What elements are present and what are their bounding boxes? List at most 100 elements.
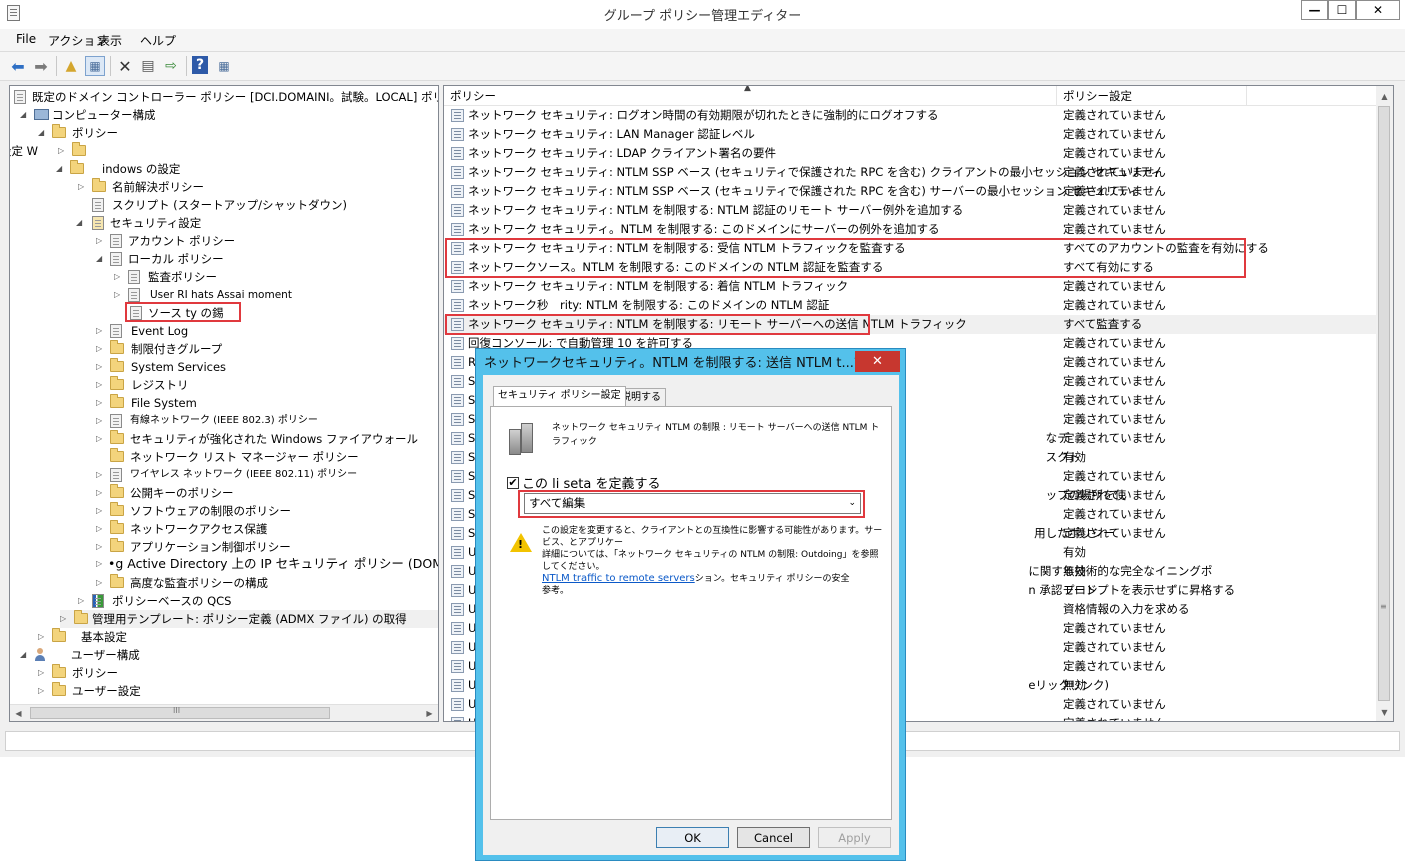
help-icon[interactable]: ?: [192, 56, 208, 74]
policy-setting-value: 資格情報の入力を求める: [1063, 602, 1190, 616]
warning-line: 詳細については、「ネットワーク セキュリティの NTLM の制限: Outdoi…: [542, 550, 879, 572]
list-header: ポリシー ▲ ポリシー設定: [444, 86, 1377, 106]
collapsed-arrow-icon[interactable]: ▷: [78, 592, 84, 610]
delete-icon[interactable]: ✕: [115, 56, 135, 76]
collapsed-arrow-icon[interactable]: ▷: [96, 574, 102, 592]
folder-icon: [110, 520, 124, 534]
table-row[interactable]: ネットワークソース。NTLM を制限する: このドメインの NTLM 認証を監査…: [444, 258, 1377, 277]
tab-security-policy-setting[interactable]: セキュリティ ポリシー設定: [493, 386, 626, 406]
policy-setting-icon: [451, 261, 464, 274]
policy-name: ネットワーク秒 rity: NTLM を制限する: このドメインの NTLM 認…: [468, 298, 830, 312]
expanded-arrow-icon[interactable]: ◢: [96, 250, 102, 268]
collapsed-arrow-icon[interactable]: ▷: [58, 142, 64, 160]
collapsed-arrow-icon[interactable]: ▷: [96, 538, 102, 556]
expanded-arrow-icon[interactable]: ◢: [20, 106, 26, 124]
collapsed-arrow-icon[interactable]: ▷: [96, 232, 102, 250]
ok-button[interactable]: OK: [656, 827, 729, 848]
collapsed-arrow-icon[interactable]: ▷: [96, 520, 102, 538]
menu-help[interactable]: ヘルプ: [140, 32, 176, 49]
table-row[interactable]: ネットワーク セキュリティ: LAN Manager 認証レベル 定義されていませ…: [444, 125, 1377, 144]
policy-setting-value: 定義されていません: [1063, 279, 1166, 293]
collapsed-arrow-icon[interactable]: ▷: [96, 502, 102, 520]
policy-setting-value: 定義されていません: [1063, 640, 1166, 654]
export-icon[interactable]: ⇨: [161, 56, 181, 76]
collapsed-arrow-icon[interactable]: ▷: [96, 555, 102, 573]
collapsed-arrow-icon[interactable]: ▷: [96, 376, 102, 394]
expanded-arrow-icon[interactable]: ◢: [76, 214, 82, 232]
expanded-arrow-icon[interactable]: ◢: [56, 160, 62, 178]
table-row[interactable]: ネットワーク セキュリティ: LDAP クライアント署名の要件 定義されていません: [444, 144, 1377, 163]
back-icon[interactable]: ⬅: [8, 56, 28, 76]
maximize-button[interactable]: ☐: [1328, 0, 1356, 20]
collapsed-arrow-icon[interactable]: ▷: [96, 394, 102, 412]
tree-node-admin-templates[interactable]: ▷ 管理用テンプレート: ポリシー定義 (ADMX ファイル) の取得: [60, 610, 438, 628]
define-setting-checkbox[interactable]: ✔: [507, 477, 519, 489]
policy-setting-value: 定義されていません: [1063, 393, 1166, 407]
define-setting-label[interactable]: この li seta を定義する: [522, 473, 660, 492]
collapsed-arrow-icon[interactable]: ▷: [96, 430, 102, 448]
folder-icon: [72, 142, 86, 156]
scroll-up-icon[interactable]: ▲: [1376, 88, 1393, 104]
table-row[interactable]: ネットワーク セキュリティ。NTLM を制限する: このドメインにサーバーの例外…: [444, 220, 1377, 239]
folder-lock-icon: [110, 394, 124, 408]
table-row[interactable]: ネットワーク秒 rity: NTLM を制限する: このドメインの NTLM 認…: [444, 296, 1377, 315]
scroll-down-icon[interactable]: ▼: [1376, 704, 1393, 720]
expanded-arrow-icon[interactable]: ◢: [20, 646, 26, 664]
menu-file[interactable]: File: [16, 32, 36, 46]
properties-icon[interactable]: ▤: [138, 56, 158, 76]
computer-icon: [34, 109, 49, 120]
table-row[interactable]: ネットワーク セキュリティ: NTLM SSP ベース (セキュリティで保護され…: [444, 163, 1377, 182]
table-row[interactable]: ネットワーク セキュリティ: NTLM を制限する: NTLM 認証のリモート …: [444, 201, 1377, 220]
scroll-left-icon[interactable]: ◀: [10, 705, 27, 721]
setting-dropdown[interactable]: すべて編集 ⌄: [524, 493, 861, 514]
list-scroll-thumb[interactable]: ≡: [1378, 106, 1390, 701]
collapsed-arrow-icon[interactable]: ▷: [114, 268, 120, 286]
cancel-button[interactable]: Cancel: [737, 827, 810, 848]
policy-setting-value: 定義されていません: [1063, 469, 1166, 483]
close-button[interactable]: ✕: [1356, 0, 1400, 20]
collapsed-arrow-icon[interactable]: ▷: [96, 322, 102, 340]
setting-dropdown-value: すべて編集: [529, 496, 586, 510]
help-link[interactable]: NTLM traffic to remote servers: [542, 573, 695, 584]
apply-button[interactable]: Apply: [818, 827, 891, 848]
policy-name: ネットワーク セキュリティ: ログオン時間の有効期限が切れたときに強制的にログオ…: [468, 108, 939, 122]
table-row[interactable]: ネットワーク セキュリティ: ログオン時間の有効期限が切れたときに強制的にログオ…: [444, 106, 1377, 125]
collapsed-arrow-icon[interactable]: ▷: [38, 682, 44, 700]
table-row[interactable]: ネットワーク セキュリティ: NTLM を制限する: 着信 NTLM トラフィッ…: [444, 277, 1377, 296]
policy-setting-value: 定義されていません: [1063, 697, 1166, 711]
tree-node-label: File System: [131, 396, 197, 410]
collapsed-arrow-icon[interactable]: ▷: [78, 178, 84, 196]
forward-icon[interactable]: ➡: [31, 56, 51, 76]
collapsed-arrow-icon[interactable]: ▷: [38, 664, 44, 682]
show-tree-icon[interactable]: ▦: [85, 56, 105, 76]
dialog-close-button[interactable]: ✕: [855, 351, 900, 372]
minimize-button[interactable]: —: [1301, 0, 1328, 20]
table-row[interactable]: ネットワーク セキュリティ: NTLM SSP ベース (セキュリティで保護され…: [444, 182, 1377, 201]
table-row[interactable]: ネットワーク セキュリティ: NTLM を制限する: 受信 NTLM トラフィッ…: [444, 239, 1377, 258]
tree-scroll-thumb[interactable]: III: [30, 706, 330, 719]
collapsed-arrow-icon[interactable]: ▷: [96, 484, 102, 502]
tree-node-label: 名前解決ポリシー: [112, 180, 204, 194]
tree-node-label: ソフトウェアの制限のポリシー: [130, 504, 291, 518]
expanded-arrow-icon[interactable]: ◢: [38, 124, 44, 142]
list-vertical-scrollbar[interactable]: ▲ ≡ ▼: [1376, 86, 1393, 721]
table-row[interactable]: ネットワーク セキュリティ: NTLM を制限する: リモート サーバーへの送信…: [444, 315, 1377, 334]
policy-setting-value: 定義されていません: [1063, 526, 1166, 540]
tree-pane[interactable]: 既定のドメイン コントローラー ポリシー [DCI.DOMAINI。試験。LOC…: [9, 85, 439, 722]
view-icon[interactable]: ▦: [214, 56, 234, 76]
collapsed-arrow-icon[interactable]: ▷: [60, 610, 66, 628]
tree-node-label: 有線ネットワーク (IEEE 802.3) ポリシー: [130, 415, 318, 426]
collapsed-arrow-icon[interactable]: ▷: [114, 286, 120, 304]
collapsed-arrow-icon[interactable]: ▷: [96, 340, 102, 358]
tree-node-label: セキュリティが強化された Windows ファイアウォール: [130, 432, 418, 446]
policy-setting-icon: [451, 603, 464, 616]
collapsed-arrow-icon[interactable]: ▷: [96, 358, 102, 376]
collapsed-arrow-icon[interactable]: ▷: [38, 628, 44, 646]
tree-horizontal-scrollbar[interactable]: ◀ III ▶: [10, 704, 438, 721]
column-header-setting[interactable]: ポリシー設定: [1057, 86, 1247, 106]
collapsed-arrow-icon[interactable]: ▷: [96, 412, 102, 430]
scroll-right-icon[interactable]: ▶: [421, 705, 438, 721]
collapsed-arrow-icon[interactable]: ▷: [96, 466, 102, 484]
up-folder-icon[interactable]: ▲: [61, 56, 81, 76]
menu-view[interactable]: 表示: [98, 32, 122, 49]
